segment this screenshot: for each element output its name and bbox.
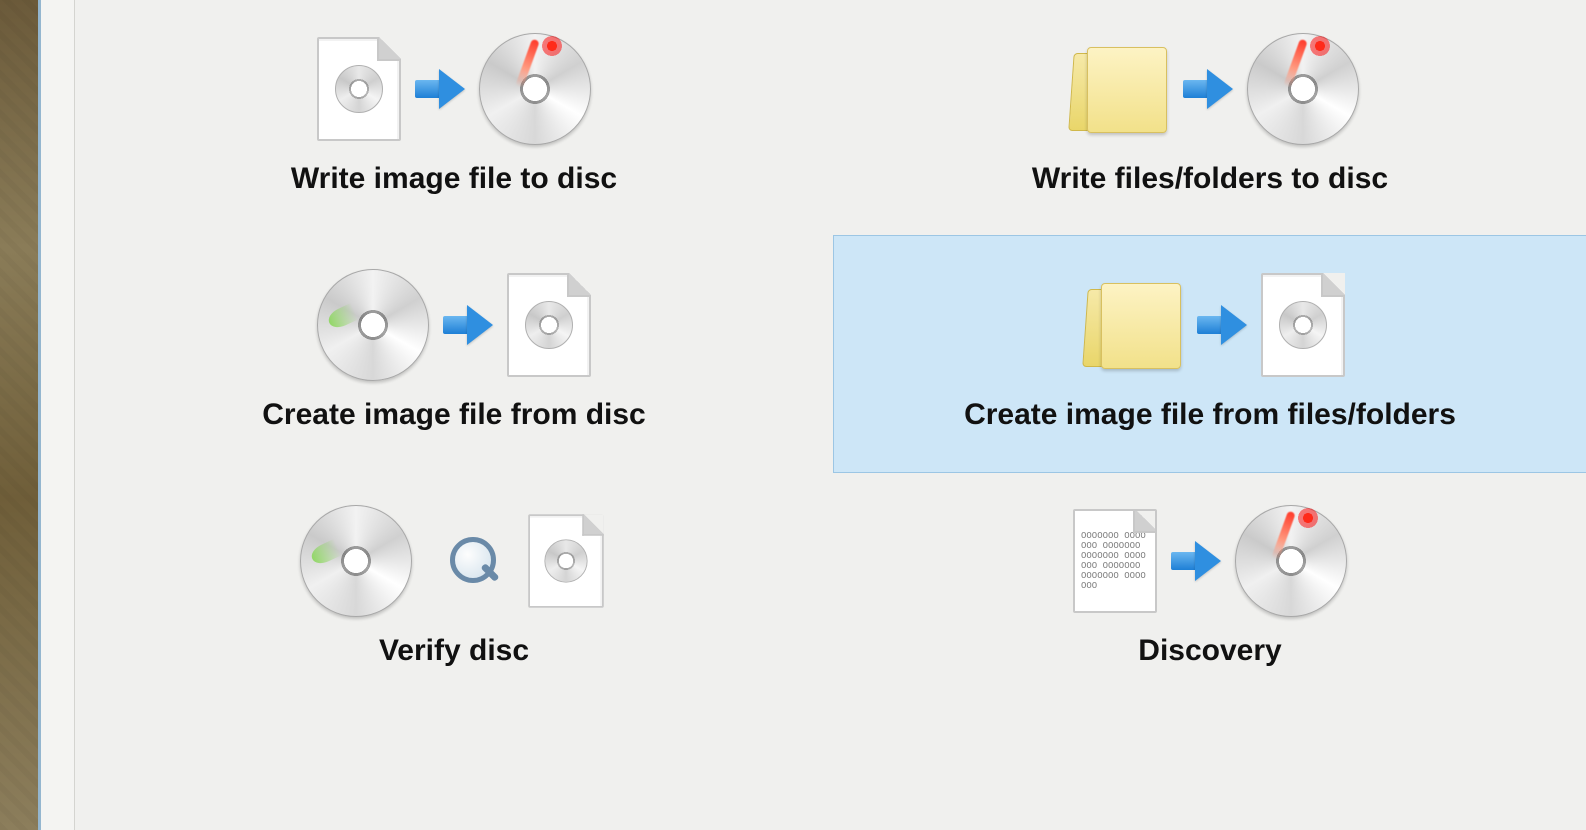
action-verify-disc[interactable]: Verify disc <box>74 472 834 708</box>
binary-file-icon: OOOOOOO OOOOOOO OOOOOOO OOOOOOO OOOOOOO … <box>1073 509 1157 613</box>
disc-icon <box>525 301 573 349</box>
icon-row: OOOOOOO OOOOOOO OOOOOOO OOOOOOO OOOOOOO … <box>1073 502 1347 620</box>
icon-row <box>317 30 591 148</box>
source-disc-icon <box>317 269 429 381</box>
folder-icon <box>1061 39 1169 139</box>
arrow-right-icon <box>437 305 499 345</box>
icon-row <box>300 502 608 620</box>
action-label: Discovery <box>1138 634 1281 668</box>
action-discovery[interactable]: OOOOOOO OOOOOOO OOOOOOO OOOOOOO OOOOOOO … <box>834 472 1586 708</box>
arrow-right-icon <box>1165 541 1227 581</box>
ez-mode-action-grid: Write image file to disc Write files/fol… <box>74 0 1586 708</box>
icon-row <box>1061 30 1359 148</box>
arrow-right-icon <box>1177 69 1239 109</box>
disc-icon <box>335 65 383 113</box>
action-label: Write image file to disc <box>291 162 617 196</box>
action-label: Create image file from files/folders <box>964 398 1456 432</box>
arrow-right-icon <box>1191 305 1253 345</box>
source-disc-icon <box>300 505 412 617</box>
action-label: Create image file from disc <box>262 398 645 432</box>
action-create-image-file-from-disc[interactable]: Create image file from disc <box>74 236 834 472</box>
arrow-right-icon <box>409 69 471 109</box>
action-write-image-file-to-disc[interactable]: Write image file to disc <box>74 0 834 236</box>
image-file-icon <box>528 514 604 608</box>
disc-icon <box>544 539 587 582</box>
magnifier-icon <box>446 533 502 589</box>
icon-row <box>317 266 591 384</box>
writing-disc-icon <box>479 33 591 145</box>
writing-disc-icon <box>1235 505 1347 617</box>
image-file-icon <box>1261 273 1345 377</box>
action-create-image-file-from-files-folders[interactable]: Create image file from files/folders <box>833 235 1586 473</box>
writing-disc-icon <box>1247 33 1359 145</box>
action-write-files-folders-to-disc[interactable]: Write files/folders to disc <box>834 0 1586 236</box>
action-label: Write files/folders to disc <box>1032 162 1388 196</box>
icon-row <box>1075 266 1345 384</box>
folder-icon <box>1075 275 1183 375</box>
binary-text: OOOOOOO OOOOOOO OOOOOOO OOOOOOO OOOOOOO … <box>1081 531 1149 591</box>
disc-icon <box>1279 301 1327 349</box>
desktop-background-strip <box>0 0 38 830</box>
action-label: Verify disc <box>379 634 529 668</box>
image-file-icon <box>507 273 591 377</box>
image-file-icon <box>317 37 401 141</box>
